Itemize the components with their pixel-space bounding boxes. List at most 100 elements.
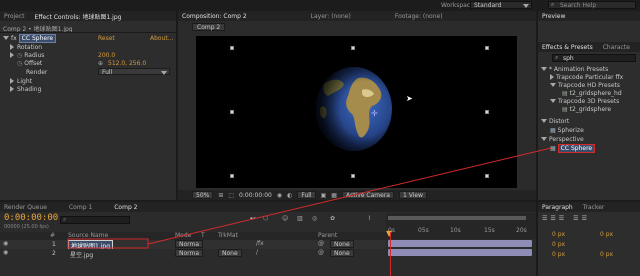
anchor-point-icon[interactable]: ✛ [371, 109, 378, 118]
expand-triangle-icon[interactable] [10, 86, 14, 92]
tree-item[interactable]: Trapcode HD Presets [538, 81, 640, 89]
property-radius[interactable]: ◷ Radius 200.0 [0, 51, 176, 59]
expand-triangle-icon[interactable] [10, 52, 14, 58]
reset-link[interactable]: Reset [98, 35, 115, 42]
resolution-select[interactable]: Full [297, 191, 316, 199]
offset-value[interactable]: 512.0, 256.0 [108, 60, 146, 67]
property-shading[interactable]: Shading [0, 85, 176, 93]
column-parent[interactable]: Parent [318, 232, 337, 239]
tab-preview[interactable]: Preview [542, 13, 565, 20]
tree-item[interactable]: Trapcode Particular ffx [538, 73, 640, 81]
tree-item-selected[interactable]: ▦ CC Sphere [538, 143, 640, 153]
tab-render-queue[interactable]: Render Queue [4, 204, 47, 211]
indent-first[interactable]: 0 px [552, 241, 565, 248]
tree-item[interactable]: ▤ t2_gridsphere [538, 105, 640, 113]
tree-item[interactable]: * Animation Presets [538, 65, 640, 73]
fx-switch-icon[interactable]: / [256, 249, 258, 256]
visibility-eye-icon[interactable]: ◉ [3, 249, 8, 256]
tab-composition[interactable]: Composition: Comp 2 [182, 13, 247, 20]
views-select[interactable]: 1 View [398, 191, 427, 199]
mask-icon[interactable]: ⬚ [228, 192, 234, 199]
expand-triangle-icon[interactable] [3, 36, 9, 40]
effects-search-input[interactable]: ⌕ sph [552, 54, 636, 62]
justify-all-icon[interactable]: ☰ [582, 215, 587, 222]
brainstorm-icon[interactable]: ✿ [330, 215, 335, 222]
tab-project[interactable]: Project [4, 13, 25, 20]
tab-effects-presets[interactable]: Effects & Presets [542, 44, 593, 51]
layer-handle[interactable] [485, 46, 489, 50]
tree-item[interactable]: Perspective [538, 135, 640, 143]
layer-handle[interactable] [230, 174, 234, 178]
layer-handle[interactable] [485, 110, 489, 114]
search-help-input[interactable]: ⌕ Search Help [548, 1, 636, 9]
layer-parent-select[interactable]: None [330, 240, 354, 248]
tree-item[interactable]: ▦ Spherize [538, 126, 640, 134]
layer-parent-select[interactable]: None [330, 249, 354, 257]
layer-handle[interactable] [230, 110, 234, 114]
layer-handle[interactable] [351, 174, 355, 178]
property-offset[interactable]: ◷ Offset ⊕ 512.0, 256.0 [0, 59, 176, 67]
property-rotation[interactable]: Rotation [0, 43, 176, 51]
fx-switch-icon[interactable]: /fx [256, 240, 264, 247]
space-before[interactable]: 0 px [552, 251, 565, 258]
tab-comp-1[interactable]: Comp 1 [69, 204, 92, 211]
viewer-timecode[interactable]: 0:00:00:00 [239, 192, 272, 199]
layer-handle[interactable] [230, 46, 234, 50]
property-render[interactable]: Render Full [0, 68, 176, 76]
time-ruler[interactable]: 0s 05s 10s 15s 20s ▼ [386, 213, 536, 239]
timeline-timecode[interactable]: 0:00:00:00 [4, 213, 58, 223]
tab-footage[interactable]: Footage: (none) [395, 13, 443, 20]
layer-mode-select[interactable]: Norma [175, 249, 204, 257]
tab-comp-2[interactable]: Comp 2 [114, 204, 137, 211]
comp-canvas[interactable]: ✛ ➤ [196, 36, 517, 188]
align-right-icon[interactable]: ☰ [559, 215, 564, 222]
composition-mini-flowchart-icon[interactable]: ⊷ [250, 215, 256, 222]
layer-handle[interactable] [351, 46, 355, 50]
tab-tracker[interactable]: Tracker [583, 204, 605, 211]
grid-icon[interactable]: ⊞ [218, 192, 223, 199]
work-area-bar[interactable] [388, 216, 526, 220]
motion-blur-icon[interactable]: ◎ [312, 215, 317, 222]
layer-row[interactable]: ◉ 2 星空.jpg Norma None / @ None [0, 249, 386, 259]
graph-editor-icon[interactable]: ⌇ [368, 215, 371, 222]
layer-handle[interactable] [485, 174, 489, 178]
draft-3d-icon[interactable]: ⬡ [263, 215, 268, 222]
tab-effect-controls[interactable]: Effect Controls: 地球贴图1.jpg [35, 12, 122, 21]
effect-name[interactable]: CC Sphere [18, 33, 57, 43]
column-trkmat[interactable]: TrkMat [218, 232, 238, 239]
space-after[interactable]: 0 px [600, 251, 613, 258]
comp-subtab[interactable]: Comp 2 [192, 23, 226, 31]
expand-triangle-icon[interactable] [10, 78, 14, 84]
timeline-search[interactable]: ⌕ [60, 216, 130, 224]
about-link[interactable]: About... [150, 35, 173, 42]
expand-triangle-icon[interactable] [10, 44, 14, 50]
align-left-icon[interactable]: ☰ [542, 215, 547, 222]
layer-1-track[interactable] [388, 240, 532, 247]
tab-layer[interactable]: Layer: (none) [311, 13, 351, 20]
layer-row[interactable]: ◉ 1 地球贴图1.jpg Norma /fx @ None [0, 240, 386, 251]
justify-icon[interactable]: ☰ [573, 215, 578, 222]
zoom-select[interactable]: 50% [192, 191, 214, 199]
indent-right[interactable]: 0 px [600, 231, 613, 238]
shy-layers-icon[interactable]: ☺ [282, 215, 288, 222]
column-source-name[interactable]: Source Name [68, 232, 108, 239]
align-center-icon[interactable]: ☰ [550, 215, 555, 222]
visibility-eye-icon[interactable]: ◉ [3, 240, 8, 247]
parent-pickwhip-icon[interactable]: @ [318, 249, 324, 256]
workspace-select[interactable]: Standard [470, 1, 532, 9]
layer-mode-select[interactable]: Norma [175, 240, 204, 248]
region-icon[interactable]: ▣ [321, 192, 327, 199]
layer-trkmat-select[interactable]: None [218, 249, 242, 257]
stopwatch-icon[interactable]: ◷ [17, 60, 22, 67]
tree-item[interactable]: Trapcode 3D Presets [538, 97, 640, 105]
indent-left[interactable]: 0 px [552, 231, 565, 238]
property-light[interactable]: Light [0, 77, 176, 85]
parent-pickwhip-icon[interactable]: @ [318, 240, 324, 247]
stopwatch-icon[interactable]: ◷ [17, 52, 22, 59]
layer-name[interactable]: 星空.jpg [70, 250, 93, 259]
tree-item[interactable]: Distort [538, 117, 640, 125]
tab-character[interactable]: Characte [603, 44, 630, 51]
layer-2-track[interactable] [388, 249, 532, 256]
view-select[interactable]: Active Camera [341, 191, 394, 199]
render-select[interactable]: Full [98, 68, 170, 76]
